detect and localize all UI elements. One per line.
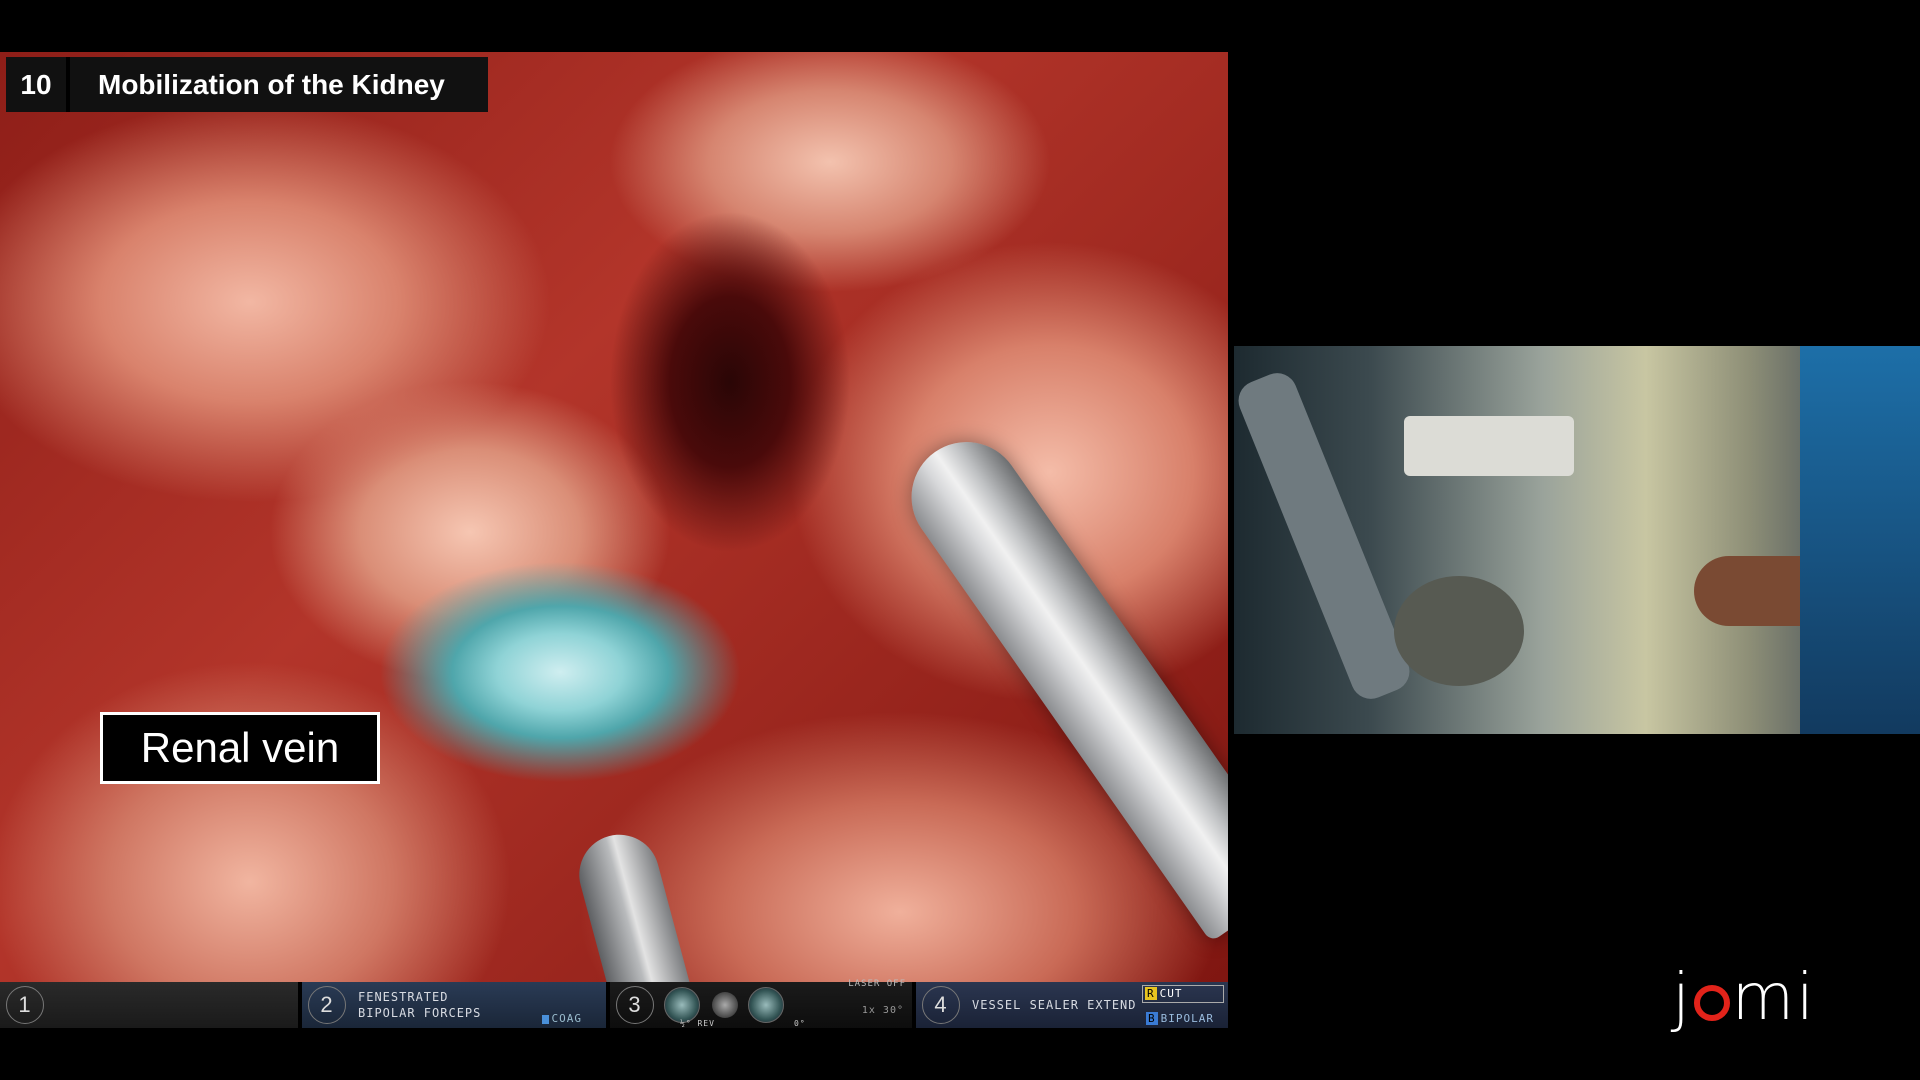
step-number: 10 — [6, 57, 70, 112]
console-hand-control-shape — [1394, 576, 1524, 686]
surgeon-console-inset-video — [1234, 346, 1920, 734]
arm-4-instrument-name: VESSEL SEALER EXTEND — [972, 998, 1137, 1012]
surgical-video-main — [0, 52, 1228, 1027]
arm-4-number: 4 — [922, 986, 960, 1024]
camera-icon — [664, 987, 700, 1023]
arm-2-mode-label: COAG — [551, 1012, 582, 1025]
camera-rotate-icon — [712, 992, 738, 1018]
arm-2-status: 2 FENESTRATED BIPOLAR FORCEPS COAG — [302, 982, 610, 1028]
coag-indicator-icon — [541, 1014, 549, 1024]
arm-2-mode: COAG — [541, 1012, 583, 1025]
camera-label: ½° REV — [680, 1019, 715, 1028]
zoom-level: 1x 30° — [861, 1005, 904, 1016]
arm-2-name-line1: FENESTRATED — [358, 990, 449, 1004]
cut-mode-indicator: R CUT — [1142, 985, 1224, 1003]
arm-4-status: 4 VESSEL SEALER EXTEND R CUT B BIPOLAR — [916, 982, 1228, 1028]
console-panel-shape — [1404, 416, 1574, 476]
logo-prefix: j — [1672, 961, 1692, 1035]
logo-suffix: mi — [1731, 961, 1816, 1035]
logo-o-icon — [1693, 985, 1730, 1021]
arm-3-number: 3 — [616, 986, 654, 1024]
laser-status: LASER OFF — [848, 979, 906, 989]
step-title: Mobilization of the Kidney — [70, 57, 488, 112]
bipolar-key: B — [1146, 1012, 1158, 1025]
surgeon-shape — [1800, 346, 1920, 734]
bipolar-label: BIPOLAR — [1160, 1012, 1214, 1025]
vessel-sealer-instrument — [889, 420, 1228, 943]
bipolar-mode-indicator: B BIPOLAR — [1144, 1012, 1224, 1026]
cut-label: CUT — [1159, 987, 1183, 1000]
step-title-badge: 10 Mobilization of the Kidney — [6, 57, 488, 112]
cut-key: R — [1145, 987, 1157, 1000]
arm-2-number: 2 — [308, 986, 346, 1024]
arm-3-camera-status: 3 ½° REV 0° LASER OFF 1x 30° — [610, 979, 916, 1028]
camera-angle-icon — [748, 987, 784, 1023]
arm-2-name-line2: BIPOLAR FORCEPS — [358, 1006, 482, 1020]
anatomy-label-renal-vein: Renal vein — [100, 712, 380, 784]
robot-arm-shape — [1234, 367, 1416, 705]
arm-1-status: 1 — [0, 982, 302, 1028]
instrument-status-bar: 1 2 FENESTRATED BIPOLAR FORCEPS COAG 3 ½… — [0, 979, 1228, 1028]
camera-label-2: 0° — [794, 1019, 806, 1028]
arm-1-number: 1 — [6, 986, 44, 1024]
arm-2-instrument-name: FENESTRATED BIPOLAR FORCEPS — [358, 989, 481, 1021]
jomi-logo: j mi — [1672, 966, 1816, 1030]
